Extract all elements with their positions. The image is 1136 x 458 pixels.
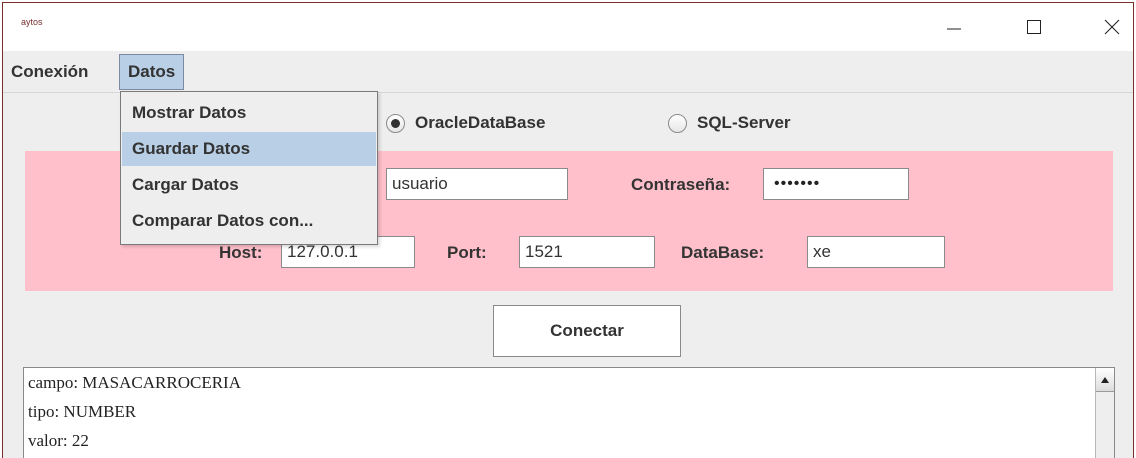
output-textarea[interactable]: campo: MASACARROCERIA tipo: NUMBER valor… xyxy=(23,367,1115,458)
port-label: Port: xyxy=(447,243,487,262)
radio-oracle-indicator[interactable] xyxy=(386,113,405,133)
password-field[interactable]: ••••••• xyxy=(763,168,909,200)
radio-sqlserver-label: SQL-Server xyxy=(697,113,791,132)
datos-dropdown-menu: Mostrar Datos Guardar Datos Cargar Datos… xyxy=(120,91,378,245)
title-bar[interactable]: aytos xyxy=(3,3,1133,51)
menu-datos[interactable]: Datos xyxy=(119,54,185,90)
menu-conexion[interactable]: Conexión xyxy=(3,54,96,90)
maximize-button[interactable] xyxy=(1011,3,1057,51)
menuitem-mostrar-datos[interactable]: Mostrar Datos xyxy=(122,96,376,130)
password-label: Contraseña: xyxy=(631,175,731,194)
radio-oracle-label: OracleDataBase xyxy=(415,113,546,132)
close-button[interactable] xyxy=(1089,3,1133,51)
main-window: aytos Conexión Datos OracleDataBase SQL-… xyxy=(2,2,1134,458)
radio-oracle[interactable]: OracleDataBase xyxy=(386,103,545,143)
menuitem-guardar-datos[interactable]: Guardar Datos xyxy=(122,132,376,166)
minimize-button[interactable] xyxy=(931,3,977,51)
password-mask: ••••••• xyxy=(774,175,821,192)
window-title: aytos xyxy=(21,17,43,27)
host-label: Host: xyxy=(219,243,263,262)
maximize-icon xyxy=(1027,20,1041,34)
close-icon xyxy=(1104,19,1120,35)
output-line: valor: 22 xyxy=(28,431,89,450)
menuitem-cargar-datos[interactable]: Cargar Datos xyxy=(122,168,376,202)
scroll-up-button[interactable] xyxy=(1096,368,1114,392)
arrow-up-icon xyxy=(1101,376,1109,383)
output-text: campo: MASACARROCERIA tipo: NUMBER valor… xyxy=(28,368,241,455)
vertical-scrollbar[interactable] xyxy=(1095,368,1114,458)
minimize-icon xyxy=(947,28,961,30)
radio-sqlserver-indicator[interactable] xyxy=(668,113,687,133)
menu-bar: Conexión Datos xyxy=(3,51,1133,93)
output-line: tipo: NUMBER xyxy=(28,402,137,421)
connect-button[interactable]: Conectar xyxy=(493,305,681,357)
database-field[interactable] xyxy=(807,236,945,268)
port-field[interactable] xyxy=(519,236,655,268)
output-line: campo: MASACARROCERIA xyxy=(28,373,241,392)
radio-sqlserver[interactable]: SQL-Server xyxy=(668,103,791,143)
user-field[interactable] xyxy=(386,168,568,200)
database-label: DataBase: xyxy=(681,243,765,262)
menuitem-comparar-datos[interactable]: Comparar Datos con... xyxy=(122,204,376,238)
